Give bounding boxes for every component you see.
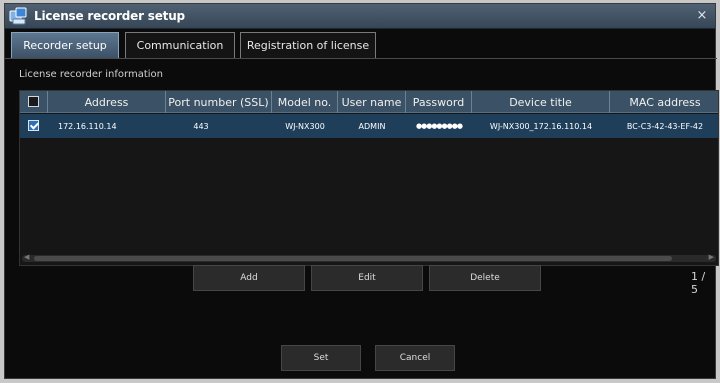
page-indicator: 1 / 5 xyxy=(691,270,706,296)
close-icon[interactable]: × xyxy=(695,7,709,25)
set-button[interactable]: Set xyxy=(281,345,361,371)
window-title: License recorder setup xyxy=(34,9,185,23)
table-header: Address Port number (SSL) Model no. User… xyxy=(20,91,718,113)
cell-model: WJ-NX300 xyxy=(285,121,325,131)
select-all-checkbox[interactable] xyxy=(28,96,39,107)
cell-user-name: ADMIN xyxy=(358,121,386,131)
column-header-device-title[interactable]: Device title xyxy=(472,91,610,113)
column-header-port[interactable]: Port number (SSL) xyxy=(166,91,272,113)
cell-device-title: WJ-NX300_172.16.110.14 xyxy=(489,121,593,131)
cancel-button[interactable]: Cancel xyxy=(375,345,455,371)
column-header-password[interactable]: Password xyxy=(406,91,472,113)
column-header-user-name[interactable]: User name xyxy=(338,91,406,113)
app-icon xyxy=(9,7,28,26)
scroll-right-icon[interactable]: ▶ xyxy=(709,253,714,261)
select-all-header xyxy=(20,91,48,113)
cell-password: ●●●●●●●●● xyxy=(416,122,463,130)
scroll-left-icon[interactable]: ◀ xyxy=(24,253,29,261)
license-recorder-setup-window: License recorder setup × Recorder setup … xyxy=(4,3,719,379)
add-button[interactable]: Add xyxy=(193,265,305,291)
section-label: License recorder information xyxy=(19,69,163,80)
scrollbar-thumb[interactable] xyxy=(34,256,672,261)
table-row[interactable]: 172.16.110.14 443 WJ-NX300 ADMIN ●●●●●●●… xyxy=(20,114,718,138)
tab-registration-of-license[interactable]: Registration of license xyxy=(240,32,376,58)
horizontal-scrollbar[interactable]: ◀ ▶ xyxy=(22,253,716,262)
cell-address: 172.16.110.14 xyxy=(58,121,117,131)
delete-button[interactable]: Delete xyxy=(429,265,541,291)
tab-recorder-setup[interactable]: Recorder setup xyxy=(11,32,119,58)
column-header-address[interactable]: Address xyxy=(48,91,166,113)
cell-mac-address: BC-C3-42-43-EF-42 xyxy=(626,121,704,131)
edit-button[interactable]: Edit xyxy=(311,265,423,291)
column-header-mac-address[interactable]: MAC address xyxy=(610,91,720,113)
column-header-model[interactable]: Model no. xyxy=(272,91,338,113)
cell-port: 443 xyxy=(193,121,209,131)
tab-divider xyxy=(5,58,717,59)
recorder-table: Address Port number (SSL) Model no. User… xyxy=(19,90,719,266)
row-checkbox[interactable] xyxy=(28,120,39,131)
title-bar: License recorder setup × xyxy=(5,4,715,29)
tab-communication[interactable]: Communication xyxy=(125,32,235,58)
